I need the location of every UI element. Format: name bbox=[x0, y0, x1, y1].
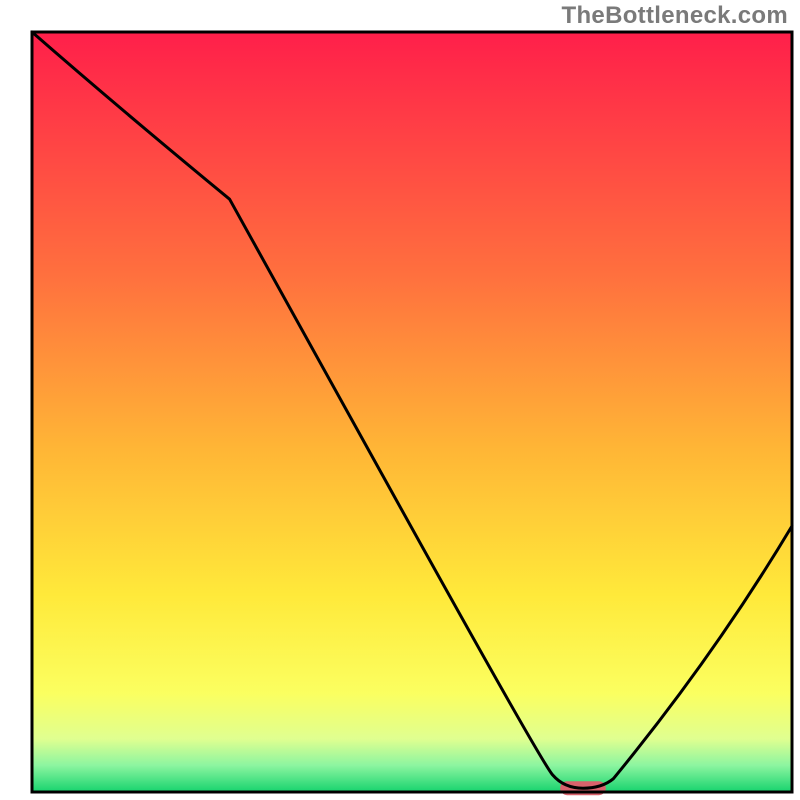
chart-container: TheBottleneck.com bbox=[0, 0, 800, 800]
plot-background bbox=[32, 32, 792, 792]
bottleneck-chart bbox=[0, 0, 800, 800]
